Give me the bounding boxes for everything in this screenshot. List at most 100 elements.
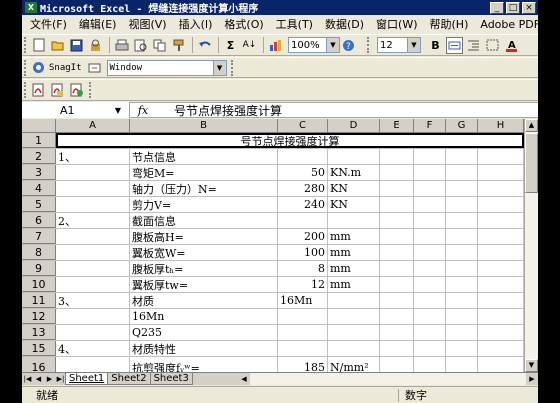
next-sheet-icon[interactable]: ▶ <box>44 375 55 383</box>
cell-a[interactable]: 2、 <box>56 213 130 228</box>
scroll-up-icon[interactable]: ▲ <box>525 119 538 132</box>
font-size-combo[interactable]: 12 ▼ <box>377 37 421 53</box>
toolbar-grip[interactable] <box>230 59 234 76</box>
cell-e[interactable] <box>380 229 414 244</box>
cell-b[interactable]: 材质特性 <box>130 341 278 356</box>
cell-a[interactable]: 3、 <box>56 293 130 308</box>
toolbar-grip[interactable] <box>24 82 27 98</box>
cell-g[interactable] <box>446 277 478 292</box>
cell-e[interactable] <box>380 277 414 292</box>
cell-g[interactable] <box>446 149 478 164</box>
menu-format[interactable]: 格式(O) <box>224 16 263 32</box>
cell-h[interactable] <box>478 261 524 276</box>
row-header[interactable]: 12 <box>22 309 56 324</box>
cell-c[interactable]: 16Mn <box>278 293 328 308</box>
cell-c[interactable]: 50 <box>278 165 328 180</box>
sort-ascending-icon[interactable]: A↓ <box>241 37 258 54</box>
cell-b[interactable]: 腹板厚tₕ= <box>130 261 278 276</box>
cell-a[interactable] <box>56 245 130 260</box>
menu-window[interactable]: 窗口(W) <box>376 16 417 32</box>
cell-h[interactable] <box>478 197 524 212</box>
cell-d[interactable]: KN.m <box>328 165 380 180</box>
cell-a[interactable] <box>56 165 130 180</box>
minimize-button[interactable]: _ <box>490 1 504 14</box>
cell-g[interactable] <box>446 229 478 244</box>
cell-f[interactable] <box>414 245 446 260</box>
column-header-g[interactable]: G <box>446 119 478 132</box>
new-icon[interactable] <box>30 37 47 54</box>
row-header[interactable]: 10 <box>22 277 56 292</box>
cell-a[interactable] <box>56 277 130 292</box>
name-box[interactable]: A1 ▼ <box>22 102 130 118</box>
cell-g[interactable] <box>446 261 478 276</box>
cell-e[interactable] <box>380 293 414 308</box>
cell-g[interactable] <box>446 309 478 324</box>
menu-help[interactable]: 帮助(H) <box>430 16 469 32</box>
scroll-right-icon[interactable]: ▶ <box>526 373 538 385</box>
snagit-label[interactable]: SnagIt <box>49 63 82 73</box>
cell-g[interactable] <box>446 181 478 196</box>
cell-a[interactable] <box>56 309 130 324</box>
cell-f[interactable] <box>414 197 446 212</box>
pdf-review-icon[interactable] <box>68 82 85 99</box>
row-header[interactable]: 1 <box>22 133 56 148</box>
undo-icon[interactable] <box>196 37 213 54</box>
toolbar-grip[interactable] <box>24 37 27 53</box>
cell-g[interactable] <box>446 341 478 356</box>
menu-insert[interactable]: 插入(I) <box>179 16 213 32</box>
cell-d[interactable]: KN <box>328 197 380 212</box>
borders-icon[interactable] <box>484 37 501 54</box>
cell-g[interactable] <box>446 165 478 180</box>
select-all-corner[interactable] <box>22 119 56 132</box>
column-header-h[interactable]: H <box>478 119 524 132</box>
cell-e[interactable] <box>380 341 414 356</box>
cell-c[interactable]: 240 <box>278 197 328 212</box>
cell-b[interactable]: 材质 <box>130 293 278 308</box>
cell-a[interactable] <box>56 261 130 276</box>
snagit-window-combo[interactable]: Window ▼ <box>106 59 227 76</box>
zoom-dropdown-icon[interactable]: ▼ <box>326 38 339 52</box>
cell-c[interactable]: 8 <box>278 261 328 276</box>
cell-d[interactable]: mm <box>328 261 380 276</box>
save-icon[interactable] <box>68 37 85 54</box>
cell-b[interactable]: 截面信息 <box>130 213 278 228</box>
cell-a[interactable] <box>56 181 130 196</box>
decrease-indent-icon[interactable] <box>465 37 482 54</box>
horizontal-scrollbar[interactable]: ◀ ▶ <box>238 373 538 385</box>
sheet-tab-sheet1[interactable]: Sheet1 <box>65 373 109 385</box>
snagit-window-dropdown-icon[interactable]: ▼ <box>212 60 226 75</box>
cell-f[interactable] <box>414 165 446 180</box>
cell-d[interactable] <box>328 309 380 324</box>
cell-d[interactable] <box>328 149 380 164</box>
row-header[interactable]: 4 <box>22 181 56 196</box>
cell-f[interactable] <box>414 293 446 308</box>
row-header[interactable]: 9 <box>22 261 56 276</box>
cell-g[interactable] <box>446 197 478 212</box>
print-preview-icon[interactable] <box>132 37 149 54</box>
cell-f[interactable] <box>414 181 446 196</box>
copy-icon[interactable] <box>151 37 168 54</box>
merge-center-icon[interactable] <box>446 36 463 54</box>
cell-e[interactable] <box>380 309 414 324</box>
name-box-dropdown-icon[interactable]: ▼ <box>115 106 121 115</box>
cell-d[interactable]: KN <box>328 181 380 196</box>
cell-c[interactable] <box>278 325 328 340</box>
cell-b[interactable]: 剪力V= <box>130 197 278 212</box>
cell-e[interactable] <box>380 149 414 164</box>
column-header-b[interactable]: B <box>130 119 278 132</box>
cell-e[interactable] <box>380 181 414 196</box>
format-painter-icon[interactable] <box>170 37 187 54</box>
cell-h[interactable] <box>478 229 524 244</box>
cell-a[interactable]: 1、 <box>56 149 130 164</box>
scroll-down-icon[interactable]: ▼ <box>525 359 538 372</box>
cell-h[interactable] <box>478 149 524 164</box>
font-color-icon[interactable]: A <box>503 37 520 54</box>
cell-a[interactable]: 4、 <box>56 341 130 356</box>
cell-g[interactable] <box>446 245 478 260</box>
cell-f[interactable] <box>414 261 446 276</box>
column-header-a[interactable]: A <box>56 119 130 132</box>
cell-f[interactable] <box>414 325 446 340</box>
chart-wizard-icon[interactable] <box>267 37 284 54</box>
menu-file[interactable]: 文件(F) <box>30 16 67 32</box>
cell-h[interactable] <box>478 181 524 196</box>
